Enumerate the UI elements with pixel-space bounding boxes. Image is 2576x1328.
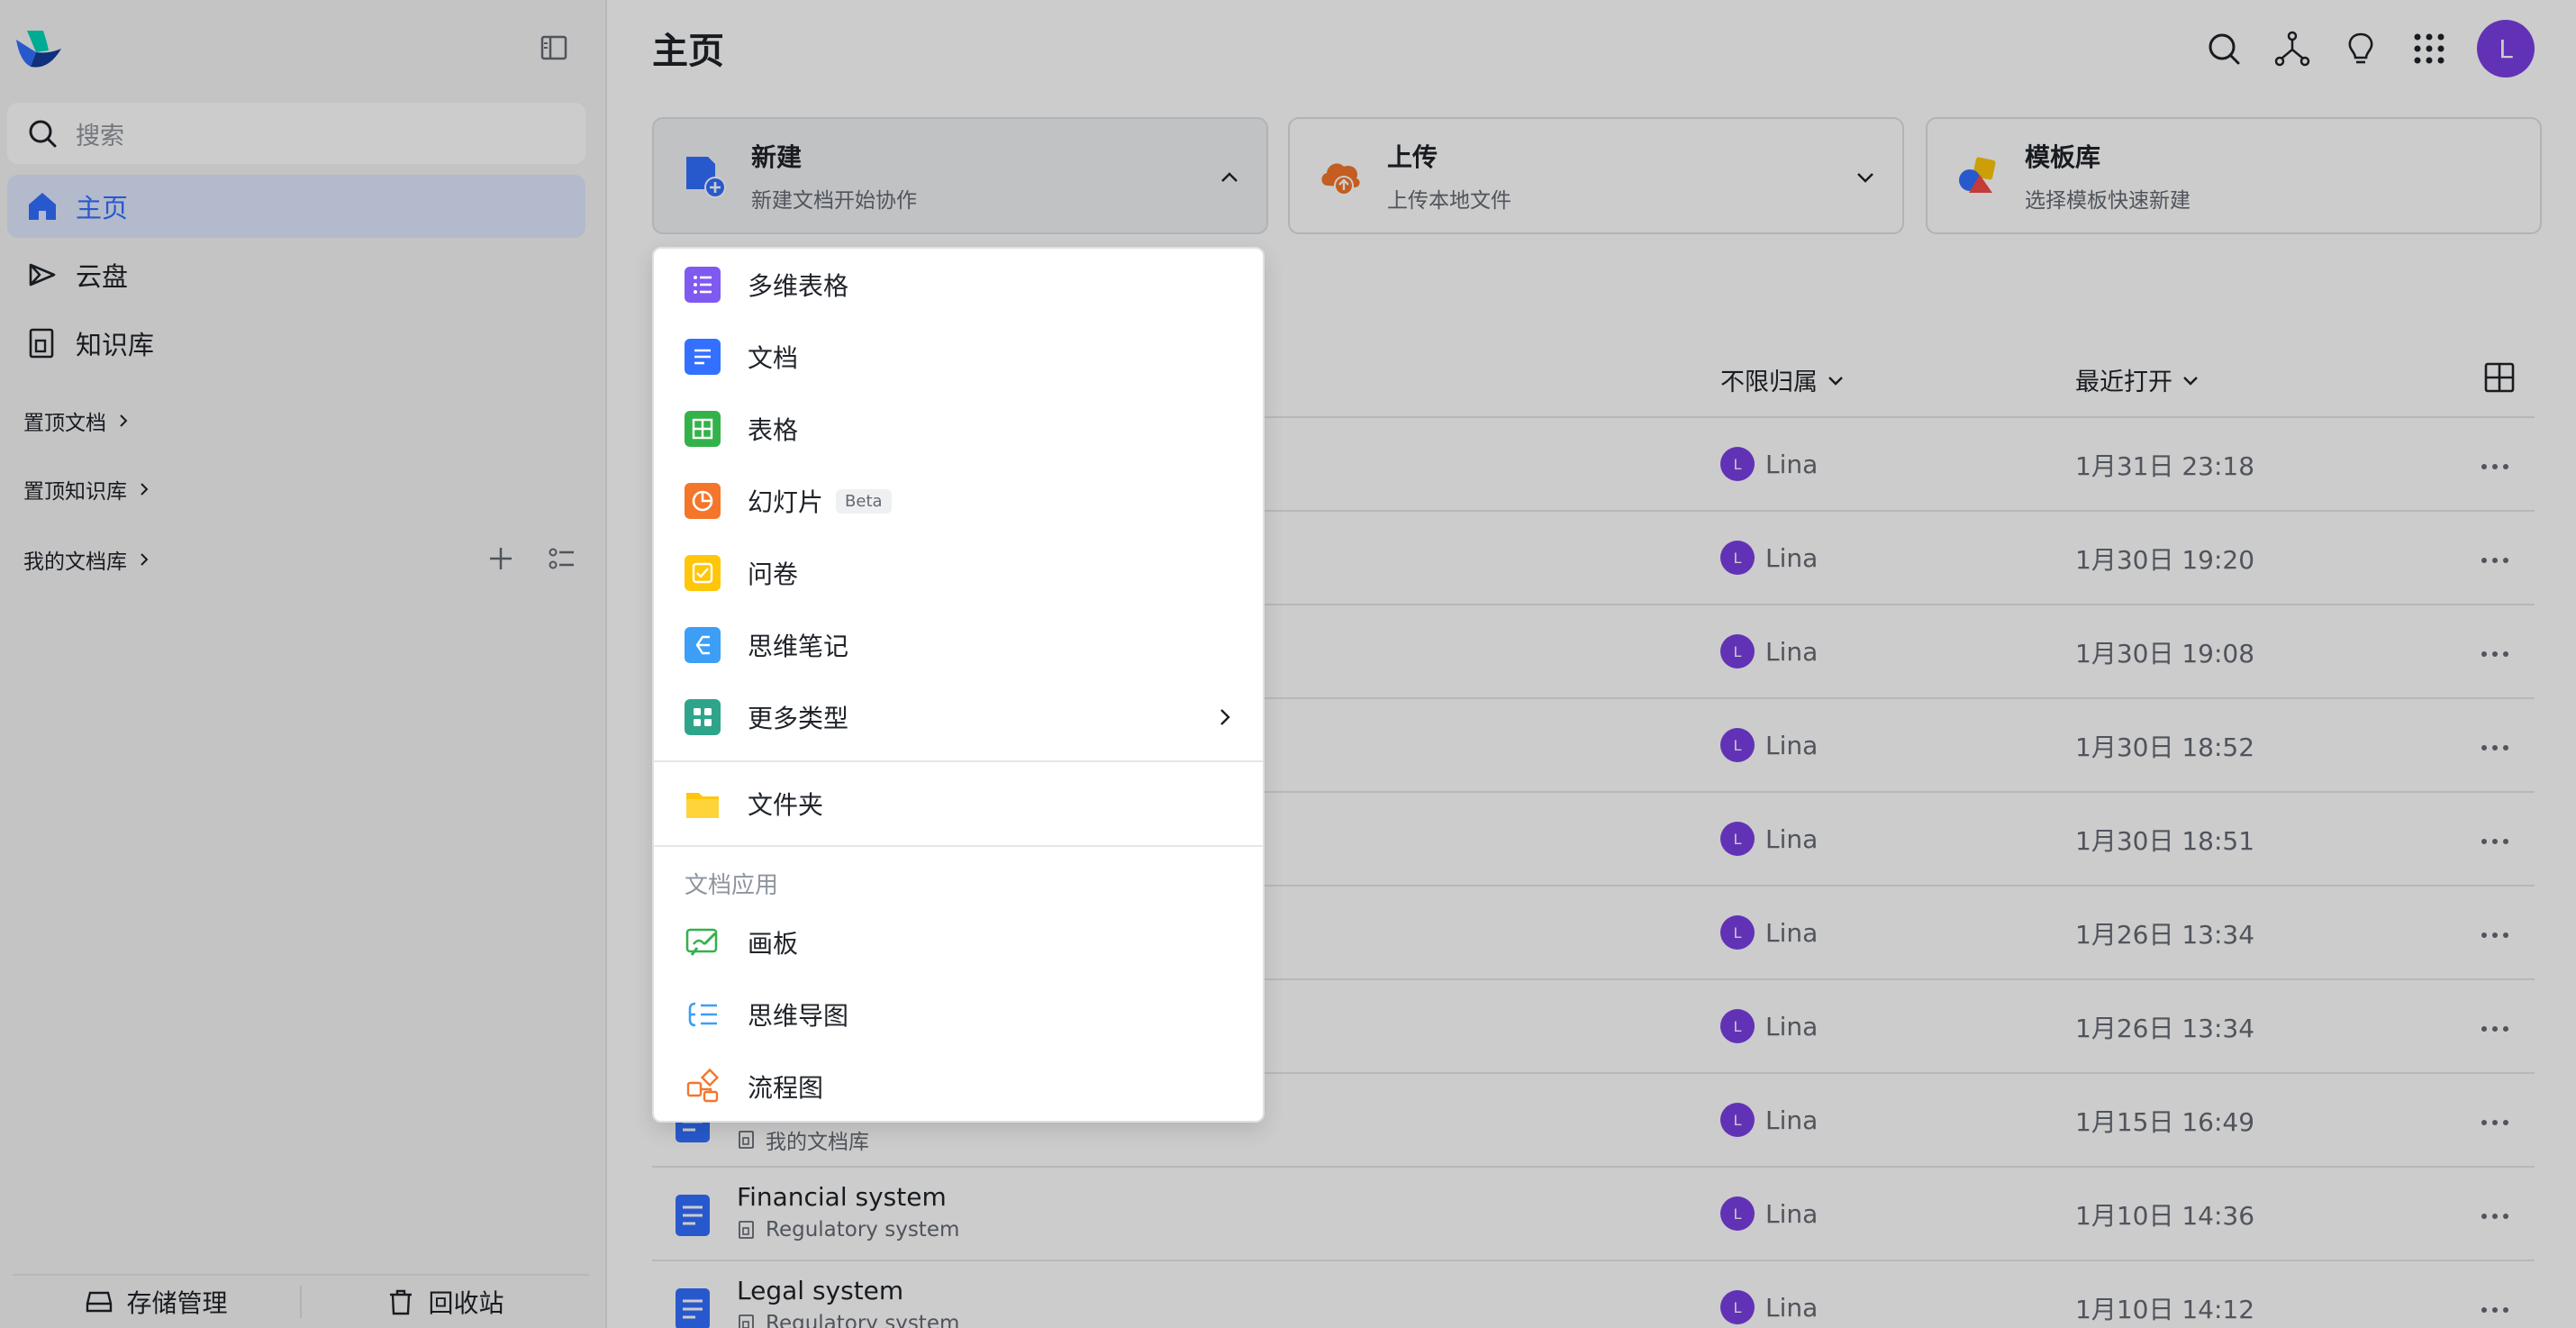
survey-icon xyxy=(685,555,721,591)
menu-item-survey[interactable]: 问卷 xyxy=(654,537,1263,609)
menu-item-label: 更多类型 xyxy=(748,704,849,733)
new-dropdown-menu: 多维表格文档表格幻灯片 Beta 问卷思维笔记更多类型 文件夹 文档应用 画板思维导… xyxy=(652,247,1265,1123)
menu-item-label: 表格 xyxy=(748,415,799,445)
menu-item-label: 幻灯片 xyxy=(748,487,824,517)
mindmap-icon xyxy=(688,1002,717,1027)
menu-item-label: 问卷 xyxy=(748,559,799,589)
beta-badge: Beta xyxy=(836,488,892,514)
menu-item-slides[interactable]: 幻灯片 Beta xyxy=(654,465,1263,537)
folder-icon xyxy=(686,793,719,818)
sheet-icon xyxy=(685,411,721,447)
doc-icon xyxy=(685,339,721,375)
menu-item-sheet[interactable]: 表格 xyxy=(654,393,1263,465)
menu-item-flowchart[interactable]: 流程图 xyxy=(654,1051,1263,1123)
base-icon xyxy=(685,267,721,303)
menu-item-base[interactable]: 多维表格 xyxy=(654,249,1263,321)
menu-item-label: 多维表格 xyxy=(748,271,849,301)
menu-divider xyxy=(654,760,1263,762)
menu-item-label: 文档 xyxy=(748,343,799,373)
menu-item-whiteboard[interactable]: 画板 xyxy=(654,906,1263,978)
menu-item-label: 画板 xyxy=(748,929,799,959)
menu-divider xyxy=(654,845,1263,847)
whiteboard-icon xyxy=(685,928,718,956)
chevron-right-icon xyxy=(1220,709,1230,725)
more-types-icon xyxy=(685,699,721,735)
flowchart-icon xyxy=(686,1069,720,1103)
menu-item-label: 思维笔记 xyxy=(748,632,849,661)
mindnote-icon xyxy=(685,627,721,663)
menu-item-label: 文件夹 xyxy=(748,790,824,820)
slides-icon xyxy=(685,483,721,519)
menu-item-more-types[interactable]: 更多类型 xyxy=(654,681,1263,753)
menu-item-folder[interactable]: 文件夹 xyxy=(654,768,1263,840)
menu-item-doc[interactable]: 文档 xyxy=(654,321,1263,393)
modal-backdrop[interactable] xyxy=(0,0,2576,1328)
menu-item-label: 思维导图 xyxy=(748,1001,849,1031)
menu-item-label: 流程图 xyxy=(748,1073,824,1103)
menu-item-mindnote[interactable]: 思维笔记 xyxy=(654,609,1263,681)
menu-group-label: 文档应用 xyxy=(685,872,779,899)
menu-item-mindmap[interactable]: 思维导图 xyxy=(654,978,1263,1051)
